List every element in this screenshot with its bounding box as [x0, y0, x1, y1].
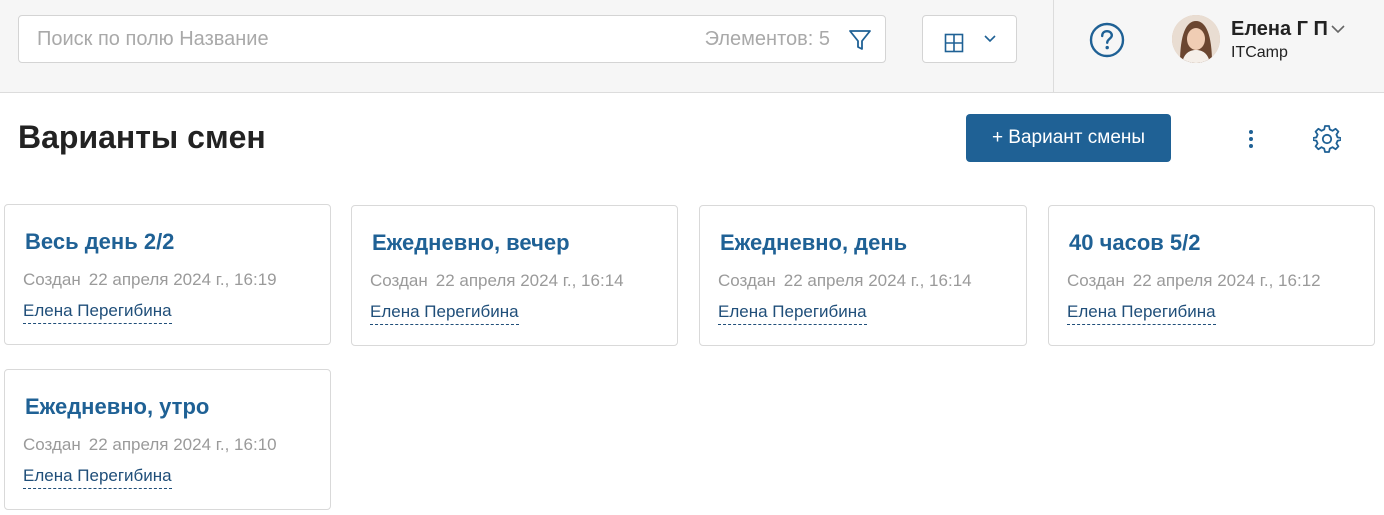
chevron-down-icon: [983, 32, 997, 50]
add-shift-variant-button[interactable]: + Вариант смены: [966, 114, 1171, 162]
help-icon[interactable]: [1089, 22, 1125, 58]
created-label: Создан: [718, 271, 776, 290]
card-author-link[interactable]: Елена Перегибина: [370, 302, 519, 325]
shift-variant-card[interactable]: Весь день 2/2 Создан 22 апреля 2024 г., 1…: [4, 204, 331, 345]
created-date: 22 апреля 2024 г., 16:14: [435, 271, 624, 290]
card-title[interactable]: Ежедневно, утро: [25, 394, 209, 420]
card-created: Создан 22 апреля 2024 г., 16:10: [23, 435, 277, 455]
search-box: Элементов: 5: [18, 15, 886, 63]
card-created: Создан 22 апреля 2024 г., 16:14: [718, 271, 972, 291]
gear-icon[interactable]: [1312, 125, 1342, 153]
user-company: ITCamp: [1231, 44, 1288, 61]
created-label: Создан: [23, 270, 81, 289]
header-divider: [1053, 0, 1054, 93]
card-title[interactable]: Ежедневно, вечер: [372, 230, 570, 256]
card-title[interactable]: Весь день 2/2: [25, 229, 174, 255]
avatar[interactable]: [1172, 15, 1220, 63]
page-title: Варианты смен: [18, 119, 266, 155]
user-name[interactable]: Елена Г П: [1231, 18, 1328, 41]
card-author-link[interactable]: Елена Перегибина: [23, 301, 172, 324]
view-mode-button[interactable]: [922, 15, 1017, 63]
shift-variant-card[interactable]: Ежедневно, вечер Создан 22 апреля 2024 г.…: [351, 205, 678, 346]
search-input[interactable]: [19, 16, 659, 62]
created-date: 22 апреля 2024 г., 16:12: [1132, 271, 1321, 290]
shift-variant-card[interactable]: Ежедневно, день Создан 22 апреля 2024 г.,…: [699, 205, 1027, 346]
created-label: Создан: [23, 435, 81, 454]
created-label: Создан: [370, 271, 428, 290]
card-author-link[interactable]: Елена Перегибина: [718, 302, 867, 325]
card-created: Создан 22 апреля 2024 г., 16:14: [370, 271, 624, 291]
shift-variant-card[interactable]: Ежедневно, утро Создан 22 апреля 2024 г.,…: [4, 369, 331, 510]
filter-icon[interactable]: [847, 27, 873, 53]
more-vertical-icon[interactable]: [1241, 126, 1261, 152]
grid-view-icon: [944, 33, 964, 58]
card-created: Создан 22 апреля 2024 г., 16:12: [1067, 271, 1321, 291]
card-created: Создан 22 апреля 2024 г., 16:19: [23, 270, 277, 290]
card-author-link[interactable]: Елена Перегибина: [23, 466, 172, 489]
top-bar: Элементов: 5: [0, 0, 1384, 93]
created-label: Создан: [1067, 271, 1125, 290]
created-date: 22 апреля 2024 г., 16:19: [88, 270, 277, 289]
created-date: 22 апреля 2024 г., 16:10: [88, 435, 277, 454]
card-title[interactable]: 40 часов 5/2: [1069, 230, 1200, 256]
created-date: 22 апреля 2024 г., 16:14: [783, 271, 972, 290]
card-title[interactable]: Ежедневно, день: [720, 230, 907, 256]
chevron-down-icon[interactable]: [1330, 22, 1346, 40]
shift-variant-card[interactable]: 40 часов 5/2 Создан 22 апреля 2024 г., 16…: [1048, 205, 1375, 346]
items-count: Элементов: 5: [704, 28, 830, 50]
card-author-link[interactable]: Елена Перегибина: [1067, 302, 1216, 325]
